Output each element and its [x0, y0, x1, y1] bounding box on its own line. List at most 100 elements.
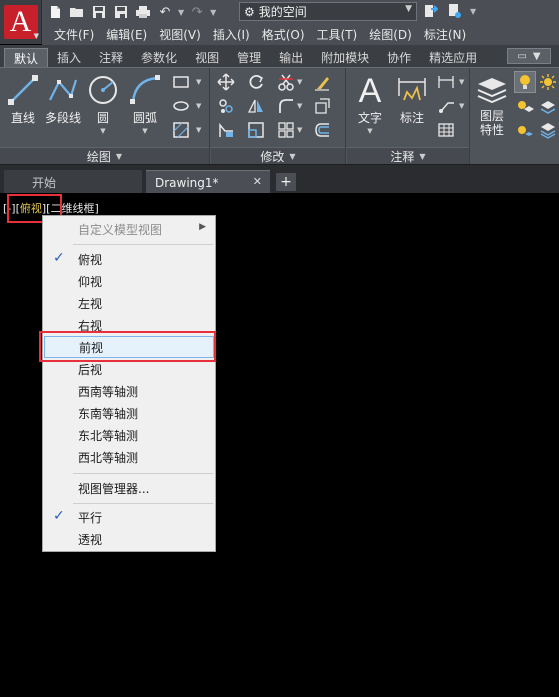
layer-properties-tool[interactable]: 图层 特性 — [471, 68, 511, 165]
menu-item-left-view[interactable]: 左视 — [44, 292, 214, 314]
menu-item-nw-iso[interactable]: 西北等轴测 — [44, 446, 214, 468]
menu-item-ne-iso[interactable]: 东北等轴测 — [44, 424, 214, 446]
menu-item-parallel[interactable]: ✓ 平行 — [44, 506, 214, 528]
layer-lock-tool[interactable] — [514, 119, 536, 141]
chevron-down-icon: ▼ — [459, 78, 465, 86]
ribbon-toggle-icon: ▭ — [517, 50, 527, 62]
publish-dropdown-icon[interactable]: ▼ — [470, 7, 476, 16]
menu-item-se-iso[interactable]: 东南等轴测 — [44, 402, 214, 424]
boundary-tool[interactable] — [170, 119, 192, 141]
menu-item-custom-model-views[interactable]: 自定义模型视图 ▶ — [44, 218, 214, 240]
table-tool[interactable] — [435, 119, 457, 141]
save-as-icon[interactable] — [112, 3, 130, 21]
rectangle-tool[interactable] — [170, 71, 192, 93]
menu-item-view-manager[interactable]: 视图管理器... — [44, 477, 214, 499]
tab-default[interactable]: 默认 — [4, 48, 49, 67]
annotation-highlight-front-view — [39, 331, 216, 362]
linear-dim-tool[interactable] — [435, 71, 457, 93]
scale-tool[interactable] — [245, 119, 267, 141]
menu-view[interactable]: 视图(V) — [159, 26, 201, 43]
new-drawing-tab-button[interactable]: + — [276, 173, 296, 191]
tab-parametric[interactable]: 参数化 — [132, 48, 186, 67]
view-label: 仰视 — [78, 274, 103, 289]
parallel-label: 平行 — [78, 510, 103, 525]
draw-panel-footer[interactable]: 绘图 ▼ — [0, 147, 209, 165]
ribbon-options-button[interactable]: ▭ ▼ — [507, 48, 551, 64]
menu-item-sw-iso[interactable]: 西南等轴测 — [44, 380, 214, 402]
arc-tool[interactable]: 圆弧 ▼ — [124, 72, 166, 135]
erase-tool[interactable] — [311, 71, 333, 93]
layer-properties-button[interactable]: 图层 特性 — [471, 72, 513, 137]
polyline-tool[interactable]: 多段线 — [42, 72, 84, 126]
fillet-tool[interactable] — [275, 95, 297, 117]
trim-tool[interactable] — [275, 71, 297, 93]
layer-state-icon — [518, 101, 534, 112]
menu-edit[interactable]: 编辑(E) — [106, 26, 147, 43]
line-tool[interactable]: 直线 — [2, 72, 44, 126]
redo-dropdown-icon[interactable]: ▼ — [210, 8, 216, 17]
tab-addins[interactable]: 附加模块 — [312, 48, 378, 67]
menu-item-top-view[interactable]: ✓ 俯视 — [44, 248, 214, 270]
menu-dimension[interactable]: 标注(N) — [424, 26, 466, 43]
explode-tool[interactable] — [311, 95, 333, 117]
menu-draw[interactable]: 绘图(D) — [369, 26, 412, 43]
polyline-label: 多段线 — [44, 111, 81, 125]
close-icon[interactable]: ✕ — [253, 175, 262, 188]
workspace-dropdown[interactable]: ⚙ 我的空间 ▼ — [239, 2, 417, 21]
tab-output[interactable]: 输出 — [270, 48, 312, 67]
circle-tool[interactable]: 圆 ▼ — [82, 72, 124, 135]
tab-insert[interactable]: 插入 — [48, 48, 90, 67]
layers-small-tools — [511, 68, 559, 165]
menu-item-perspective[interactable]: 透视 — [44, 528, 214, 550]
stretch-icon — [219, 122, 233, 137]
share-icon[interactable] — [422, 2, 440, 20]
publish-icon[interactable] — [446, 2, 464, 20]
menu-insert[interactable]: 插入(I) — [213, 26, 250, 43]
layer-walk-tool[interactable] — [537, 119, 559, 141]
copy-tool[interactable] — [215, 95, 237, 117]
tab-manage[interactable]: 管理 — [228, 48, 270, 67]
layer-on-tool[interactable] — [514, 71, 536, 93]
save-icon[interactable] — [90, 3, 108, 21]
circle-label: 圆 — [96, 111, 109, 125]
modify-panel-footer[interactable]: 修改 ▼ — [211, 147, 345, 165]
tab-annotate[interactable]: 注释 — [90, 48, 132, 67]
tab-drawing1[interactable]: Drawing1* ✕ — [146, 170, 270, 194]
checkmark-icon: ✓ — [53, 250, 65, 266]
leader-tool[interactable] — [435, 95, 457, 117]
new-icon[interactable] — [46, 3, 64, 21]
text-tool[interactable]: A 文字 ▼ — [349, 72, 391, 135]
layer-iso-tool[interactable] — [514, 95, 536, 117]
lightbulb-icon — [520, 75, 530, 89]
undo-dropdown-icon[interactable]: ▼ — [178, 8, 184, 17]
hatch-tool[interactable] — [170, 95, 192, 117]
stretch-tool[interactable] — [215, 119, 237, 141]
undo-icon[interactable]: ↶ — [156, 3, 174, 21]
layer-freeze-tool[interactable] — [537, 71, 559, 93]
menu-file[interactable]: 文件(F) — [54, 26, 94, 43]
open-icon[interactable] — [68, 3, 86, 21]
menu-format[interactable]: 格式(O) — [262, 26, 305, 43]
dimension-tool[interactable]: 标注 — [391, 72, 433, 126]
mirror-tool[interactable] — [245, 95, 267, 117]
tab-featured-apps[interactable]: 精选应用 — [420, 48, 486, 67]
annotation-panel-footer[interactable]: 注释 ▼ — [347, 147, 469, 165]
redo-icon[interactable]: ↷ — [188, 3, 206, 21]
rotate-tool[interactable] — [245, 71, 267, 93]
circle-icon — [89, 76, 117, 104]
application-menu-button[interactable]: A ▼ — [0, 0, 42, 44]
view-label: 俯视 — [78, 252, 103, 267]
layer-match-tool[interactable] — [537, 95, 559, 117]
menu-separator — [73, 503, 213, 504]
tab-collaborate[interactable]: 协作 — [378, 48, 420, 67]
tab-view[interactable]: 视图 — [186, 48, 228, 67]
menu-tools[interactable]: 工具(T) — [317, 26, 358, 43]
menu-bar: 文件(F) 编辑(E) 视图(V) 插入(I) 格式(O) 工具(T) 绘图(D… — [42, 24, 559, 45]
array-tool[interactable] — [275, 119, 297, 141]
menu-item-bottom-view[interactable]: 仰视 — [44, 270, 214, 292]
print-icon[interactable] — [134, 3, 152, 21]
offset-tool[interactable] — [311, 119, 333, 141]
move-tool[interactable] — [215, 71, 237, 93]
tab-start[interactable]: 开始 — [4, 170, 142, 194]
text-label: 文字 — [357, 111, 382, 125]
